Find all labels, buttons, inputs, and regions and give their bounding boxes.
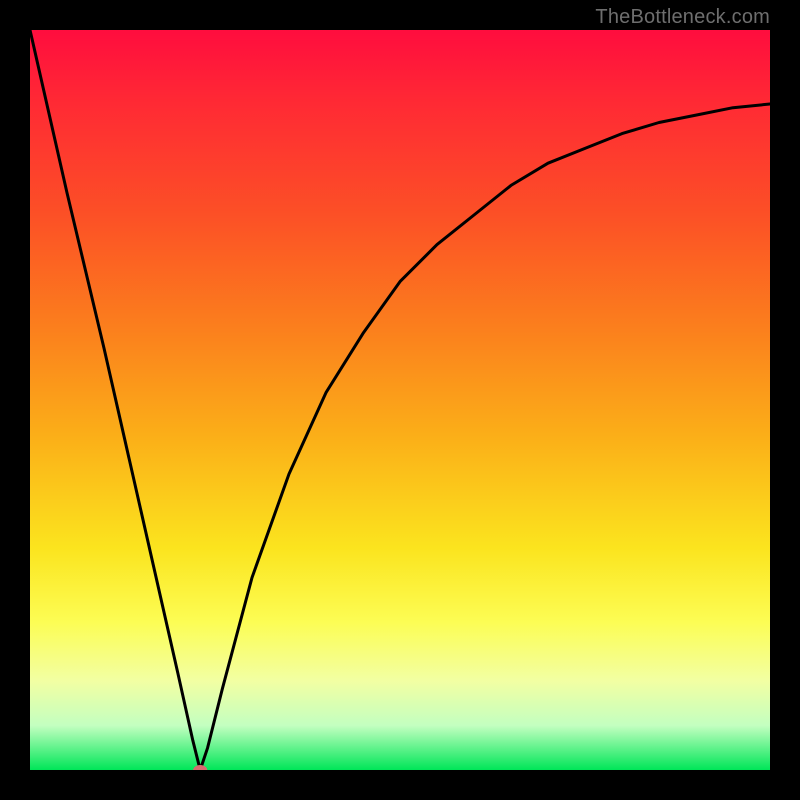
chart-frame: TheBottleneck.com xyxy=(0,0,800,800)
bottleneck-curve xyxy=(30,30,770,770)
watermark-text: TheBottleneck.com xyxy=(595,6,770,29)
plot-overlay xyxy=(30,30,770,770)
minimum-marker xyxy=(193,765,207,770)
